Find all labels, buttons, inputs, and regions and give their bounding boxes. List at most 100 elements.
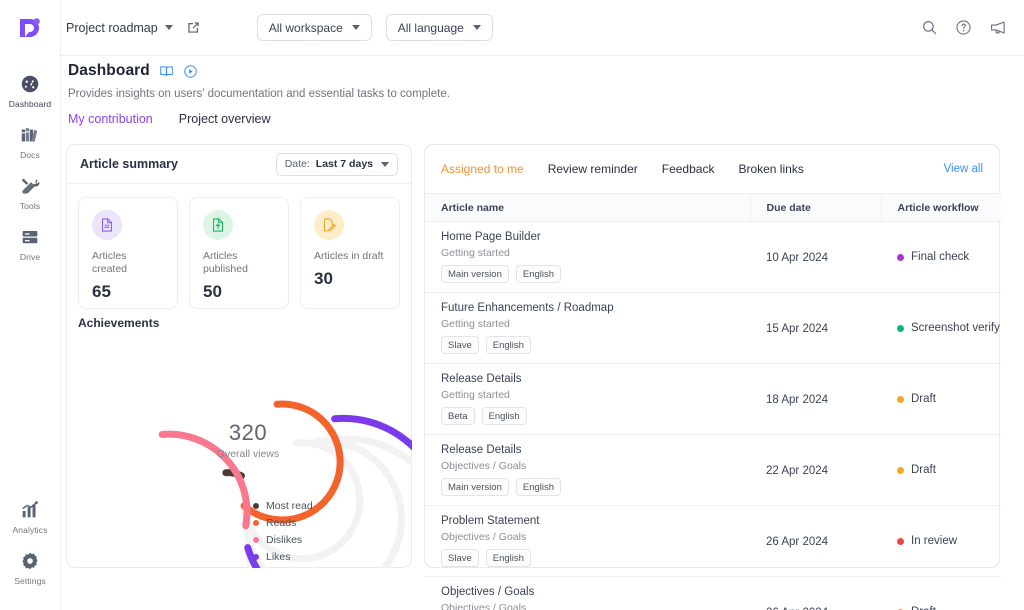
table-header-row: Article name Due date Article workflow <box>425 193 1001 222</box>
legend-label: Reads <box>266 516 297 529</box>
table-row[interactable]: Release Details Objectives / Goals Main ve… <box>425 434 1001 506</box>
legend-item: Likes <box>253 548 313 565</box>
legend-label: Likes <box>266 550 291 563</box>
article-chips: Slave English <box>441 549 750 567</box>
article-name[interactable]: Release Details <box>441 444 750 456</box>
article-summary-title: Article summary <box>80 157 178 171</box>
sidebar-nav-bottom: Analytics Settings <box>0 490 60 610</box>
chip: English <box>515 265 562 283</box>
legend-dot-likes <box>253 553 259 560</box>
status-label: Screenshot verify <box>911 322 1000 334</box>
cell-article-name: Release Details Objectives / Goals Main ve… <box>425 434 750 506</box>
sidebar-item-dashboard[interactable]: Dashboard <box>0 64 60 115</box>
logo-container[interactable] <box>0 0 60 56</box>
article-stats: Articles created 65 Articles published 5… <box>67 184 411 309</box>
due-date: 15 Apr 2024 <box>766 323 829 335</box>
cell-article-name: Objectives / GoalsObjectives / GoalsMain… <box>425 577 750 610</box>
chip: Main version <box>441 265 509 283</box>
chart-center-value: 320 <box>228 420 268 445</box>
chip: Slave <box>441 549 479 567</box>
stat-articles-created[interactable]: Articles created 65 <box>78 197 178 309</box>
document360-logo <box>20 18 40 37</box>
gear-icon <box>22 552 38 570</box>
status-badge: Draft <box>897 464 1001 476</box>
page-subtitle: Provides insights on users' documentatio… <box>68 88 450 100</box>
chip: English <box>481 407 527 425</box>
tab-project-overview[interactable]: Project overview <box>179 112 271 128</box>
table-row[interactable]: Problem Statement Objectives / Goals Slave… <box>425 505 1001 577</box>
date-range-label: Date: <box>284 158 310 170</box>
article-name[interactable]: Objectives / Goals <box>441 586 750 598</box>
cell-article-name: Release Details Getting started Beta Englis… <box>425 363 750 435</box>
cell-due-date: 15 Apr 2024 <box>750 292 881 364</box>
tab-assigned-to-me[interactable]: Assigned to me <box>441 162 524 176</box>
page-header: Dashboard Provides insights on users' do… <box>68 62 768 128</box>
status-badge: Draft <box>897 393 1001 405</box>
sidebar-item-label: Analytics <box>12 525 48 535</box>
tab-my-contribution[interactable]: My contribution <box>68 112 153 128</box>
workspace-filter-label: All workspace <box>268 20 343 35</box>
column-header-article-name: Article name <box>425 193 750 222</box>
tab-feedback[interactable]: Feedback <box>662 162 715 176</box>
status-badge: In review <box>897 535 1001 547</box>
status-label: Draft <box>911 464 936 476</box>
due-date: 10 Apr 2024 <box>766 252 829 264</box>
cell-due-date: 10 Apr 2024 <box>750 221 881 293</box>
article-category: Getting started <box>441 389 510 401</box>
status-label: In review <box>911 535 958 547</box>
chip: English <box>485 336 531 354</box>
table-row[interactable]: Future Enhancements / Roadmap Getting sta… <box>425 292 1001 364</box>
page-tabs: My contribution Project overview <box>68 112 768 128</box>
table-row[interactable]: Objectives / GoalsObjectives / GoalsMain… <box>425 577 1001 610</box>
books-icon <box>21 128 38 142</box>
sidebar-item-label: Docs <box>20 150 40 160</box>
help-circle-icon[interactable] <box>955 19 972 36</box>
cell-due-date: 18 Apr 2024 <box>750 363 881 435</box>
sidebar-nav-top: Dashboard Docs Tools Drive <box>0 64 60 268</box>
article-category: Getting started <box>441 318 510 330</box>
article-name[interactable]: Problem Statement <box>441 515 750 527</box>
article-chips: Main version English <box>441 265 750 283</box>
external-link-icon[interactable] <box>186 20 201 35</box>
sidebar-item-analytics[interactable]: Analytics <box>0 490 60 541</box>
view-all-link[interactable]: View all <box>944 163 983 175</box>
page-title-row: Dashboard <box>68 62 768 80</box>
tab-broken-links[interactable]: Broken links <box>738 162 803 176</box>
status-badge: Draft <box>897 606 1001 610</box>
article-name[interactable]: Home Page Builder <box>441 231 750 243</box>
chevron-down-icon <box>381 161 389 167</box>
workspace-filter-dropdown[interactable]: All workspace <box>256 14 372 41</box>
article-category: Objectives / Goals <box>441 531 527 543</box>
legend-dot-reads <box>253 519 259 526</box>
cell-article-name: Problem Statement Objectives / Goals Slave… <box>425 505 750 577</box>
app-window: Dashboard Docs Tools Drive Analytics Set… <box>0 0 1024 610</box>
topbar: Project roadmap All workspace All langua… <box>61 0 1024 56</box>
chip: English <box>485 549 531 567</box>
book-open-icon[interactable] <box>159 64 174 79</box>
article-summary-header: Article summary Date: Last 7 days <box>67 145 411 184</box>
article-name[interactable]: Release Details <box>441 373 750 385</box>
date-range-dropdown[interactable]: Date: Last 7 days <box>275 152 398 176</box>
stat-articles-in-draft[interactable]: Articles in draft 30 <box>300 197 400 309</box>
sidebar-item-settings[interactable]: Settings <box>0 541 60 592</box>
play-circle-icon[interactable] <box>183 64 198 79</box>
status-label: Final check <box>911 251 970 263</box>
project-selector[interactable]: Project roadmap <box>66 21 173 35</box>
cell-article-workflow: In review <box>881 505 1001 577</box>
stat-value: 50 <box>203 282 222 301</box>
due-date: 26 Apr 2024 <box>766 536 829 548</box>
article-name[interactable]: Future Enhancements / Roadmap <box>441 302 750 314</box>
tools-wrench-icon <box>21 178 40 194</box>
sidebar-item-drive[interactable]: Drive <box>0 217 60 268</box>
column-header-due-date: Due date <box>749 193 881 222</box>
search-icon[interactable] <box>921 19 938 36</box>
table-row[interactable]: Release Details Getting started Beta Englis… <box>425 363 1001 435</box>
tab-review-reminder[interactable]: Review reminder <box>548 162 638 176</box>
megaphone-icon[interactable] <box>989 19 1008 36</box>
table-row[interactable]: Home Page Builder Getting started Main ver… <box>425 221 1001 293</box>
sidebar-item-docs[interactable]: Docs <box>0 115 60 166</box>
stat-articles-published[interactable]: Articles published 50 <box>189 197 289 309</box>
language-filter-dropdown[interactable]: All language <box>385 14 493 41</box>
cell-due-date: 26 Apr 2024 <box>750 577 881 610</box>
sidebar-item-tools[interactable]: Tools <box>0 166 60 217</box>
